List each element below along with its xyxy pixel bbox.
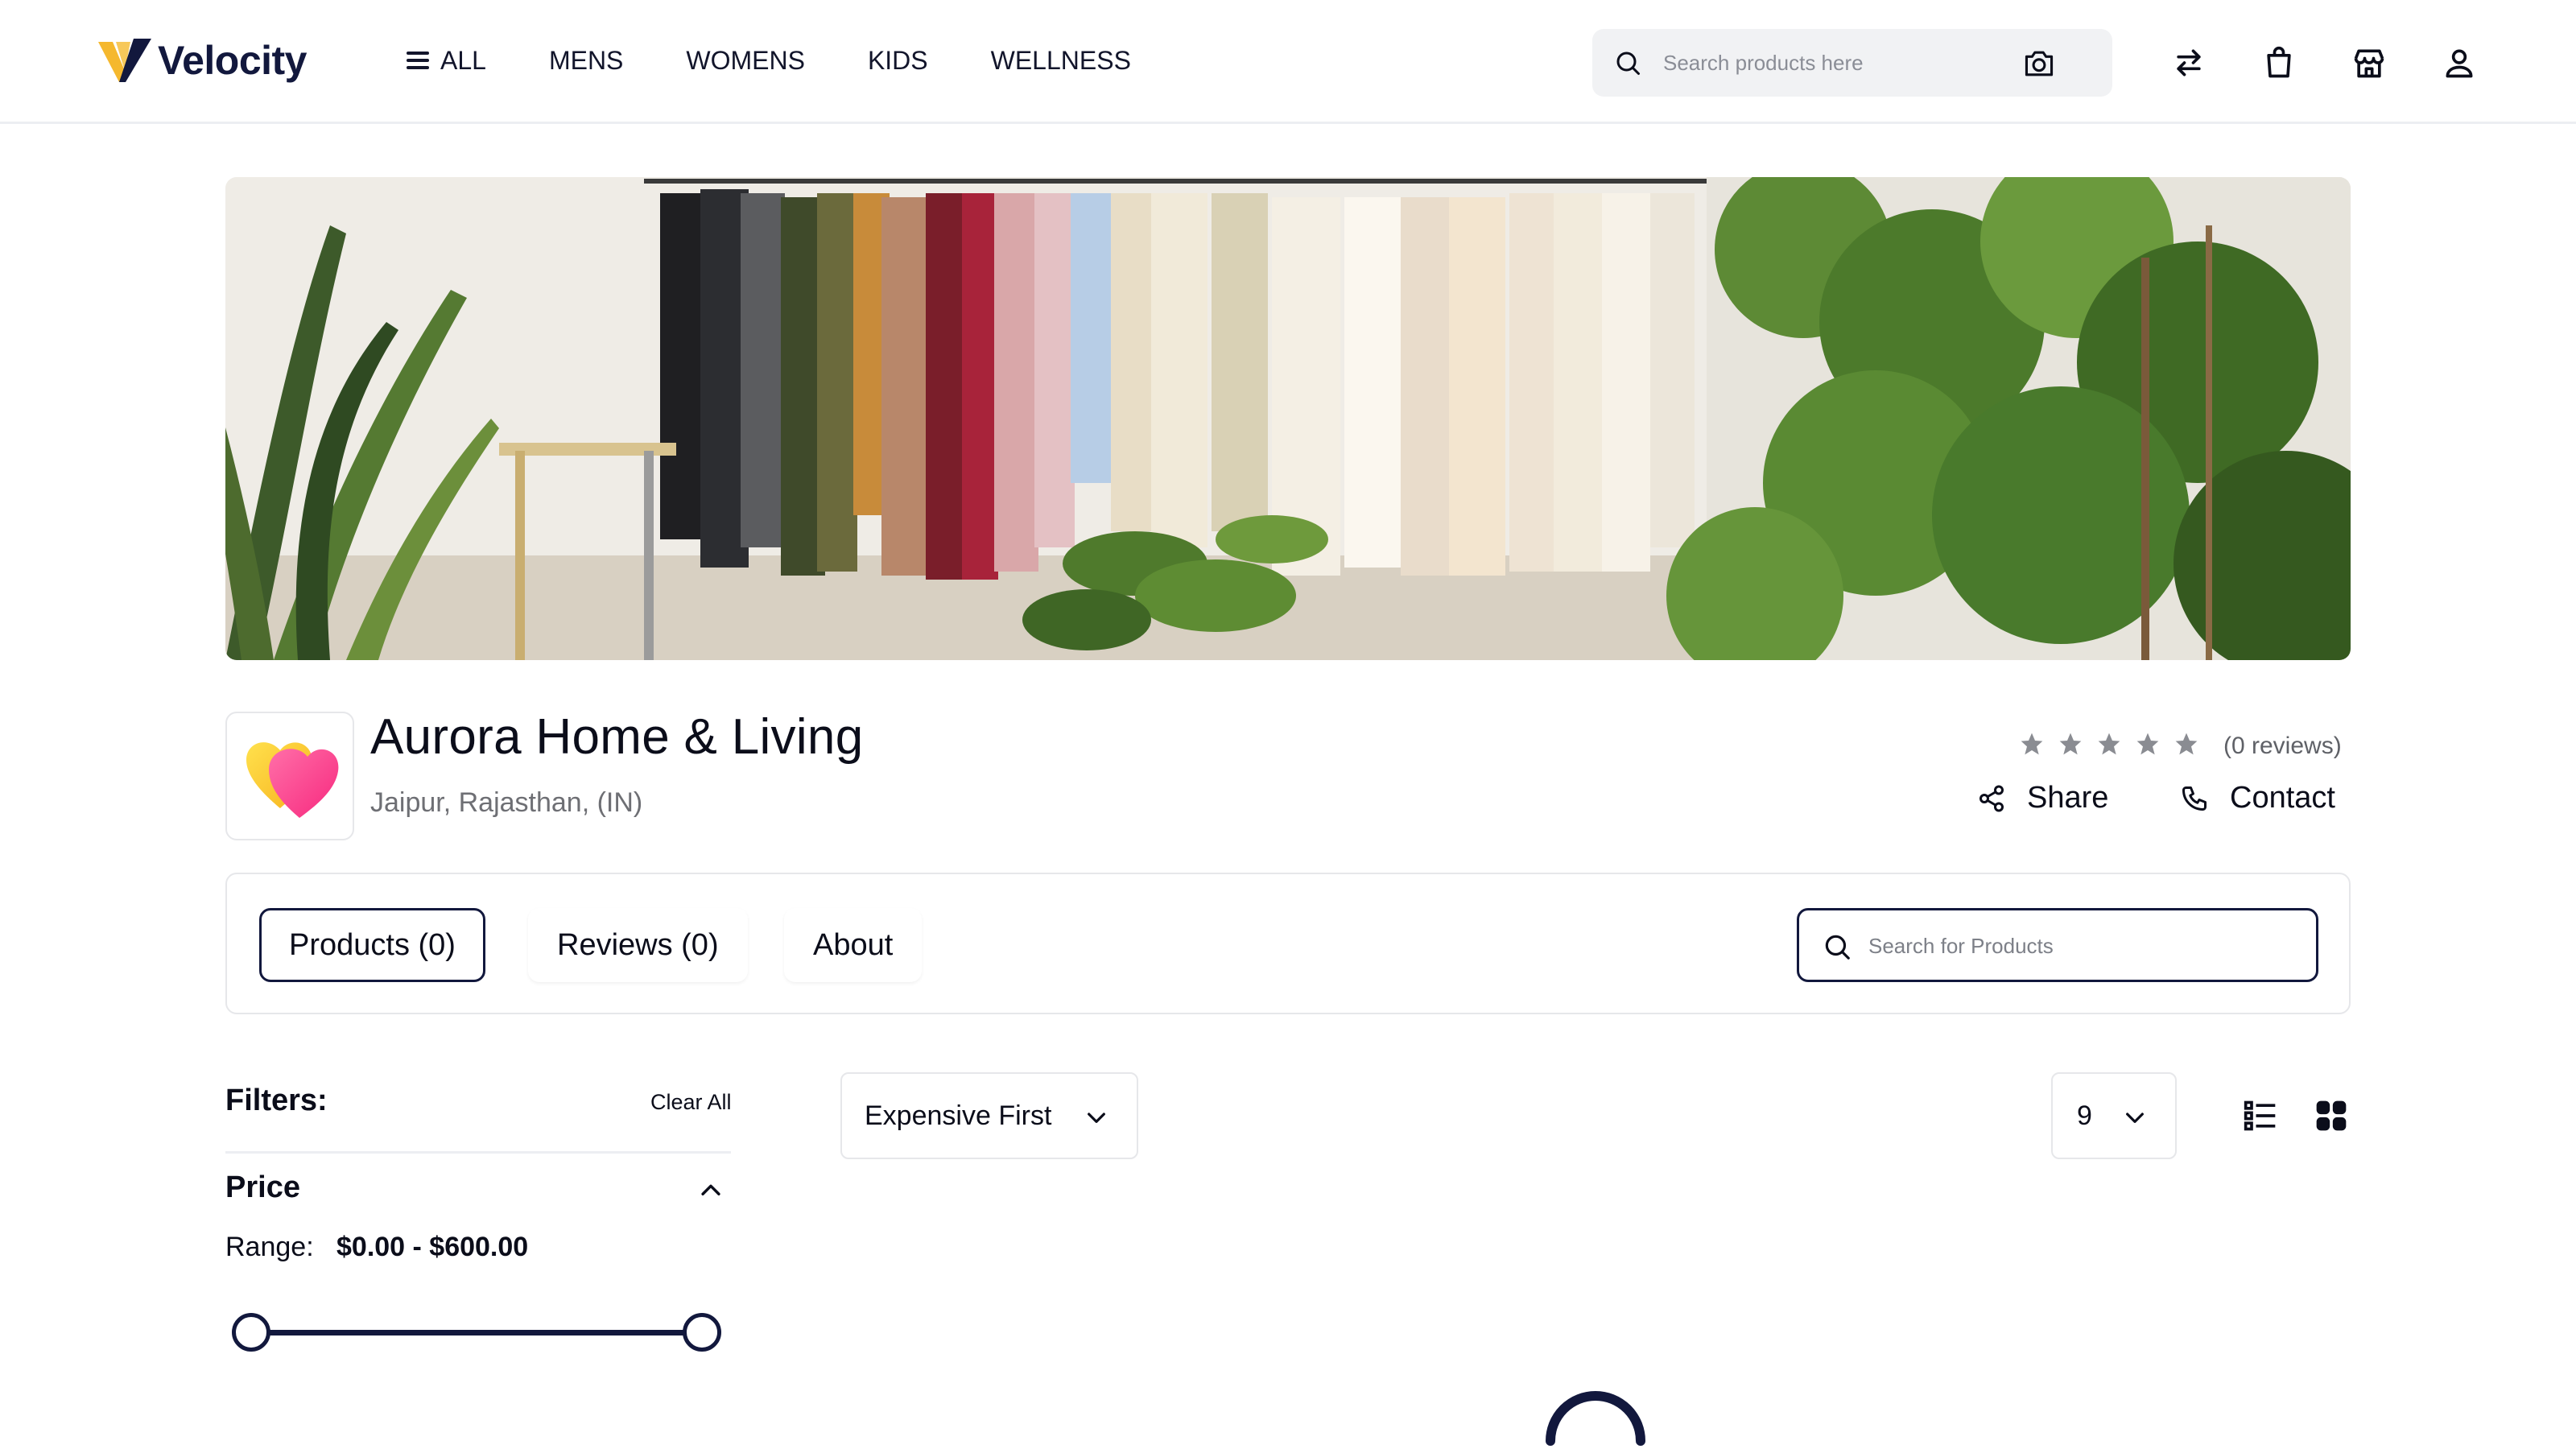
- store-icon[interactable]: [2351, 45, 2387, 80]
- tab-products[interactable]: Products (0): [259, 908, 485, 982]
- price-range-label: Range:: [225, 1232, 314, 1262]
- search-icon: [1616, 52, 1640, 75]
- clothing-rack-illustration: [225, 177, 2351, 660]
- user-icon[interactable]: [2442, 45, 2477, 80]
- nav-all[interactable]: ALL: [407, 46, 486, 76]
- star-icon: [2059, 733, 2082, 755]
- store-logo: [225, 712, 354, 840]
- sort-value: Expensive First: [865, 1100, 1052, 1131]
- rating-stars: [2019, 731, 2199, 757]
- share-label: Share: [2027, 781, 2109, 815]
- star-icon: [2175, 733, 2198, 755]
- sort-select[interactable]: Expensive First: [840, 1072, 1138, 1159]
- tab-reviews[interactable]: Reviews (0): [528, 908, 748, 982]
- price-filter-title[interactable]: Price: [225, 1170, 300, 1205]
- reviews-count: (0 reviews): [2223, 733, 2342, 759]
- brand-name: Velocity: [158, 38, 308, 83]
- star-icon: [2021, 733, 2043, 755]
- star-icon: [2136, 733, 2159, 755]
- main-nav: ALL MENS WOMENS KIDS WELLNESS: [407, 40, 1194, 80]
- store-tabs-card: Products (0) Reviews (0) About: [225, 873, 2351, 1014]
- slider-max-handle[interactable]: [683, 1313, 721, 1352]
- store-location: Jaipur, Rajasthan, (IN): [370, 787, 643, 818]
- shopping-bag-icon[interactable]: [2261, 45, 2297, 80]
- chevron-down-icon: [1088, 1113, 1105, 1123]
- price-range-slider[interactable]: [232, 1312, 724, 1352]
- per-page-select[interactable]: 9: [2051, 1072, 2177, 1159]
- velocity-logo-mark: [98, 39, 151, 82]
- nav-all-label: ALL: [440, 45, 486, 75]
- contact-button[interactable]: Contact: [2180, 781, 2335, 815]
- per-page-value: 9: [2077, 1100, 2092, 1131]
- nav-wellness[interactable]: WELLNESS: [991, 46, 1131, 76]
- product-search-input[interactable]: [1868, 927, 2295, 965]
- slider-min-handle[interactable]: [232, 1313, 270, 1352]
- star-icon: [2098, 733, 2120, 755]
- camera-icon[interactable]: [2022, 48, 2056, 79]
- filters-divider: [225, 1151, 731, 1154]
- slider-track: [251, 1330, 702, 1335]
- loading-spinner: [1546, 1391, 1645, 1446]
- chevron-down-icon: [2126, 1113, 2144, 1123]
- store-name: Aurora Home & Living: [370, 709, 864, 765]
- search-icon: [1825, 935, 1850, 960]
- chevron-up-icon[interactable]: [697, 1177, 724, 1204]
- nav-mens[interactable]: MENS: [549, 46, 623, 76]
- grid-view-icon[interactable]: [2314, 1098, 2349, 1133]
- store-banner-image: [225, 177, 2351, 660]
- product-search: [1797, 908, 2318, 982]
- list-view-icon[interactable]: [2243, 1098, 2278, 1133]
- contact-label: Contact: [2230, 781, 2335, 815]
- nav-womens[interactable]: WOMENS: [686, 46, 805, 76]
- top-header: Velocity ALL MENS WOMENS KIDS WELLNESS: [0, 0, 2576, 124]
- share-button[interactable]: Share: [1977, 781, 2108, 815]
- brand-logo[interactable]: Velocity: [98, 35, 308, 85]
- filters-title: Filters:: [225, 1084, 328, 1117]
- phone-icon: [2182, 786, 2207, 811]
- menu-icon: [407, 52, 429, 69]
- tab-about[interactable]: About: [784, 908, 922, 982]
- header-search-input[interactable]: [1663, 43, 2009, 82]
- nav-kids[interactable]: KIDS: [868, 46, 928, 76]
- price-range-value: $0.00 - $600.00: [336, 1232, 529, 1262]
- share-icon: [1979, 785, 2004, 811]
- heart-logo-icon: [246, 742, 339, 818]
- header-search: [1592, 29, 2112, 97]
- clear-all-button[interactable]: Clear All: [650, 1090, 732, 1115]
- compare-icon[interactable]: [2171, 45, 2207, 80]
